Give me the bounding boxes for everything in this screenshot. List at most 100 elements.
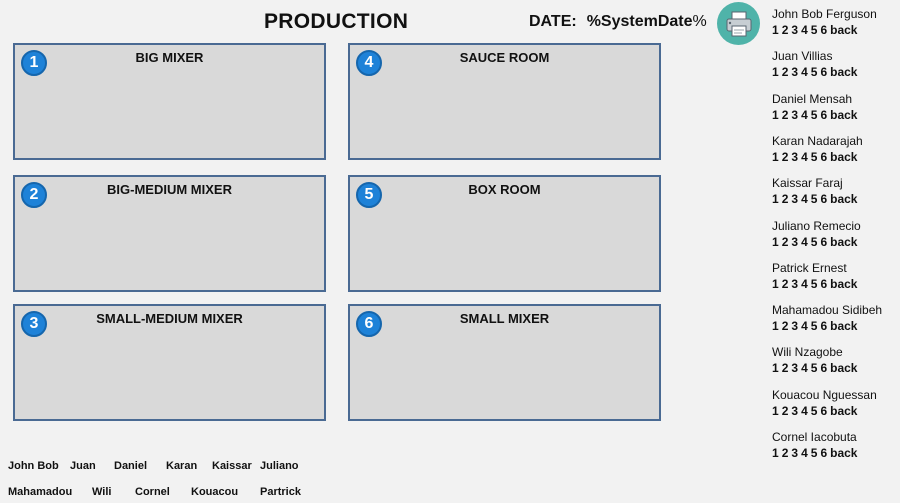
- worker-assign-options: 1 2 3 4 5 6 back: [772, 65, 900, 79]
- assign-room-1[interactable]: 1: [772, 235, 779, 249]
- worker-chip[interactable]: Kouacou: [191, 486, 238, 498]
- assign-room-6[interactable]: 6: [820, 150, 827, 164]
- assign-room-5[interactable]: 5: [811, 404, 818, 418]
- assign-room-4[interactable]: 4: [801, 277, 808, 291]
- assign-room-1[interactable]: 1: [772, 277, 779, 291]
- assign-room-6[interactable]: 6: [820, 446, 827, 460]
- print-button[interactable]: [717, 2, 760, 45]
- assign-room-4[interactable]: 4: [801, 235, 808, 249]
- assign-room-4[interactable]: 4: [801, 192, 808, 206]
- worker-chip[interactable]: Kaissar: [212, 460, 252, 472]
- assign-room-1[interactable]: 1: [772, 150, 779, 164]
- assign-room-3[interactable]: 3: [791, 277, 798, 291]
- worker-entry: Karan Nadarajah 1 2 3 4 5 6 back: [772, 134, 900, 164]
- worker-chip[interactable]: John Bob: [8, 460, 59, 472]
- assign-room-3[interactable]: 3: [791, 404, 798, 418]
- worker-chip[interactable]: Juan: [70, 460, 96, 472]
- assign-room-5[interactable]: 5: [811, 23, 818, 37]
- assign-room-5[interactable]: 5: [811, 319, 818, 333]
- assign-room-1[interactable]: 1: [772, 446, 779, 460]
- assign-room-3[interactable]: 3: [791, 361, 798, 375]
- assign-room-2[interactable]: 2: [782, 319, 789, 333]
- assign-room-6[interactable]: 6: [820, 404, 827, 418]
- assign-room-2[interactable]: 2: [782, 108, 789, 122]
- assign-room-3[interactable]: 3: [791, 192, 798, 206]
- back-link[interactable]: back: [830, 150, 857, 164]
- assign-room-5[interactable]: 5: [811, 192, 818, 206]
- assign-room-4[interactable]: 4: [801, 361, 808, 375]
- assign-room-6[interactable]: 6: [820, 23, 827, 37]
- assign-room-5[interactable]: 5: [811, 65, 818, 79]
- date-suffix: %: [692, 13, 707, 30]
- back-link[interactable]: back: [830, 65, 857, 79]
- assign-room-3[interactable]: 3: [791, 108, 798, 122]
- assign-room-2[interactable]: 2: [782, 23, 789, 37]
- assign-room-2[interactable]: 2: [782, 65, 789, 79]
- assign-room-4[interactable]: 4: [801, 23, 808, 37]
- assign-room-5[interactable]: 5: [811, 446, 818, 460]
- assign-room-2[interactable]: 2: [782, 404, 789, 418]
- assign-room-6[interactable]: 6: [820, 235, 827, 249]
- assign-room-2[interactable]: 2: [782, 235, 789, 249]
- assign-room-6[interactable]: 6: [820, 361, 827, 375]
- room-3[interactable]: 3 SMALL-MEDIUM MIXER: [13, 304, 326, 421]
- back-link[interactable]: back: [830, 319, 857, 333]
- back-link[interactable]: back: [830, 192, 857, 206]
- worker-chip[interactable]: Juliano: [260, 460, 299, 472]
- assign-room-4[interactable]: 4: [801, 446, 808, 460]
- assign-room-1[interactable]: 1: [772, 361, 779, 375]
- assign-room-2[interactable]: 2: [782, 277, 789, 291]
- assign-room-4[interactable]: 4: [801, 108, 808, 122]
- back-link[interactable]: back: [830, 108, 857, 122]
- back-link[interactable]: back: [830, 235, 857, 249]
- worker-chip[interactable]: Wili: [92, 486, 111, 498]
- assign-room-5[interactable]: 5: [811, 108, 818, 122]
- assign-room-1[interactable]: 1: [772, 192, 779, 206]
- worker-chip[interactable]: Mahamadou: [8, 486, 72, 498]
- assign-room-6[interactable]: 6: [820, 108, 827, 122]
- assign-room-6[interactable]: 6: [820, 65, 827, 79]
- room-2[interactable]: 2 BIG-MEDIUM MIXER: [13, 175, 326, 292]
- assign-room-2[interactable]: 2: [782, 150, 789, 164]
- assign-room-5[interactable]: 5: [811, 277, 818, 291]
- worker-assign-options: 1 2 3 4 5 6 back: [772, 361, 900, 375]
- assign-room-2[interactable]: 2: [782, 192, 789, 206]
- room-4[interactable]: 4 SAUCE ROOM: [348, 43, 661, 160]
- assign-room-5[interactable]: 5: [811, 150, 818, 164]
- assign-room-1[interactable]: 1: [772, 319, 779, 333]
- assign-room-4[interactable]: 4: [801, 150, 808, 164]
- worker-chip[interactable]: Cornel: [135, 486, 170, 498]
- assign-room-1[interactable]: 1: [772, 404, 779, 418]
- assign-room-3[interactable]: 3: [791, 65, 798, 79]
- assign-room-3[interactable]: 3: [791, 23, 798, 37]
- back-link[interactable]: back: [830, 361, 857, 375]
- assign-room-1[interactable]: 1: [772, 23, 779, 37]
- assign-room-4[interactable]: 4: [801, 319, 808, 333]
- assign-room-1[interactable]: 1: [772, 65, 779, 79]
- room-1[interactable]: 1 BIG MIXER: [13, 43, 326, 160]
- back-link[interactable]: back: [830, 446, 857, 460]
- assign-room-5[interactable]: 5: [811, 361, 818, 375]
- assign-room-3[interactable]: 3: [791, 150, 798, 164]
- back-link[interactable]: back: [830, 404, 857, 418]
- assign-room-4[interactable]: 4: [801, 65, 808, 79]
- assign-room-5[interactable]: 5: [811, 235, 818, 249]
- assign-room-3[interactable]: 3: [791, 319, 798, 333]
- worker-chip[interactable]: Daniel: [114, 460, 147, 472]
- assign-room-4[interactable]: 4: [801, 404, 808, 418]
- room-6[interactable]: 6 SMALL MIXER: [348, 304, 661, 421]
- worker-chip[interactable]: Partrick: [260, 486, 301, 498]
- worker-entry: Kaissar Faraj 1 2 3 4 5 6 back: [772, 176, 900, 206]
- assign-room-1[interactable]: 1: [772, 108, 779, 122]
- assign-room-6[interactable]: 6: [820, 319, 827, 333]
- assign-room-3[interactable]: 3: [791, 446, 798, 460]
- assign-room-2[interactable]: 2: [782, 446, 789, 460]
- worker-chip[interactable]: Karan: [166, 460, 197, 472]
- assign-room-6[interactable]: 6: [820, 277, 827, 291]
- back-link[interactable]: back: [830, 277, 857, 291]
- assign-room-6[interactable]: 6: [820, 192, 827, 206]
- assign-room-3[interactable]: 3: [791, 235, 798, 249]
- assign-room-2[interactable]: 2: [782, 361, 789, 375]
- back-link[interactable]: back: [830, 23, 857, 37]
- room-5[interactable]: 5 BOX ROOM: [348, 175, 661, 292]
